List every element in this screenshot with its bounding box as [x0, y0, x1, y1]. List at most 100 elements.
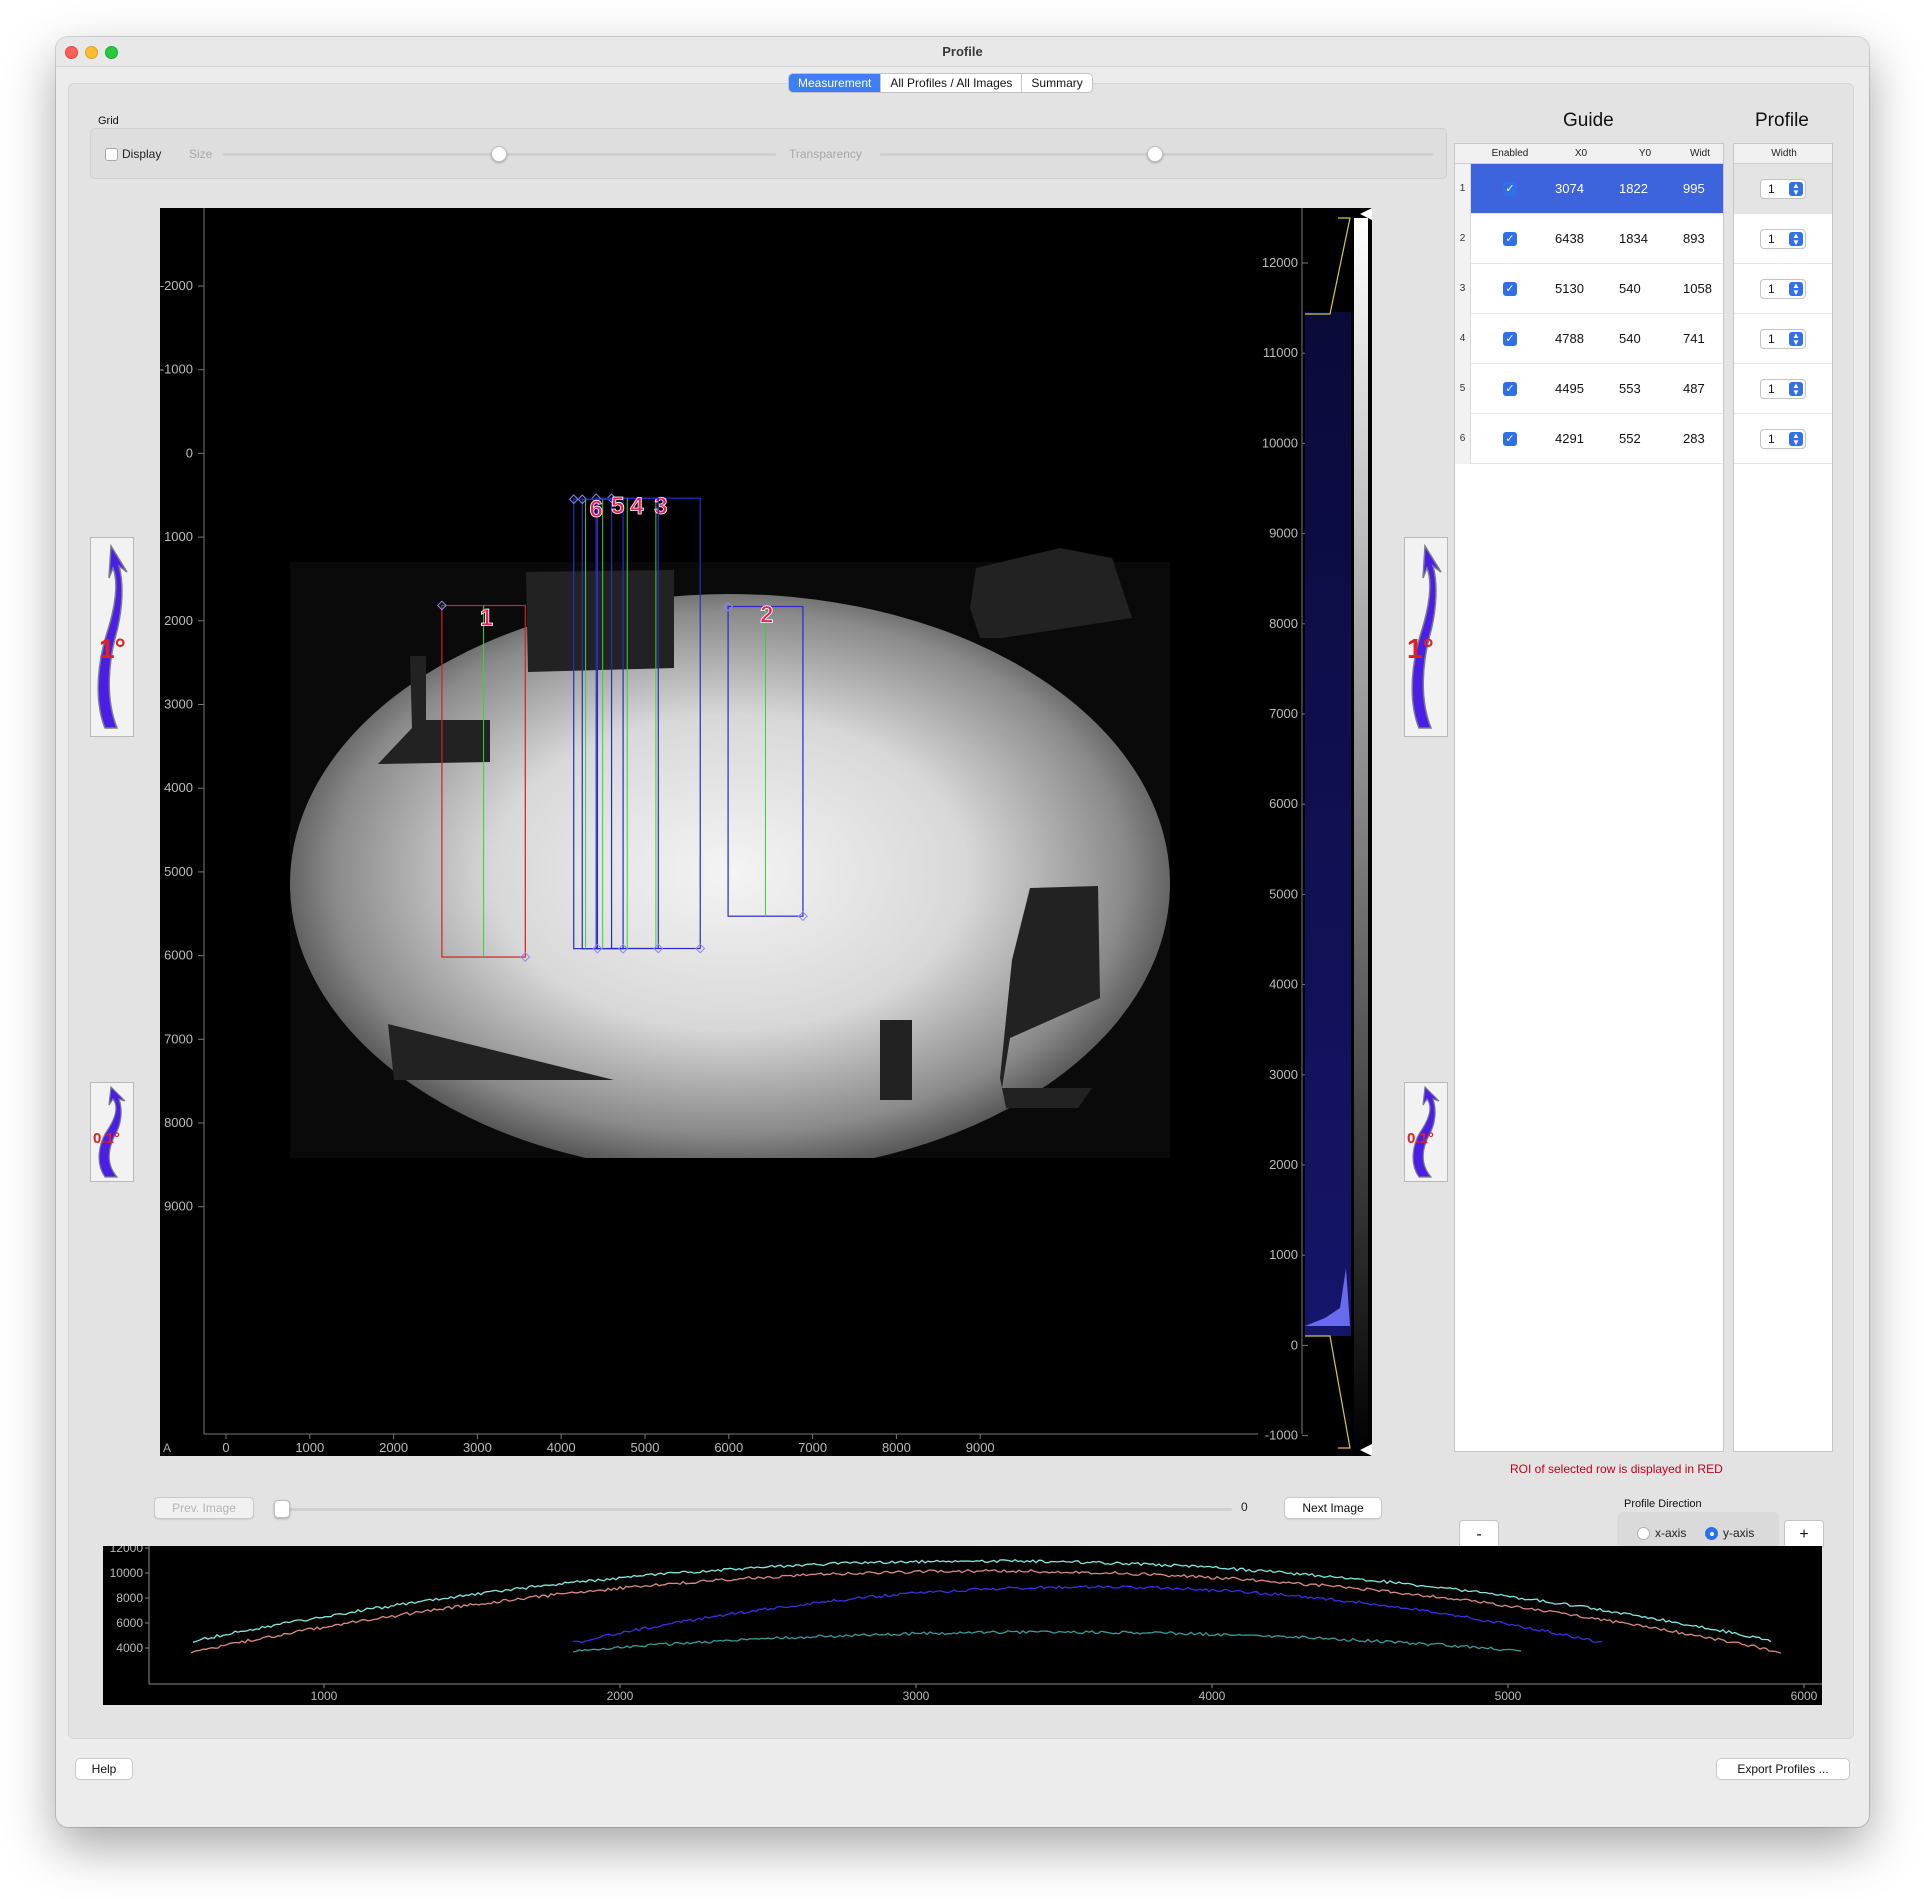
tab-measurement[interactable]: Measurement: [789, 74, 882, 92]
width-cell[interactable]: 741: [1683, 331, 1705, 346]
row-number: 1: [1455, 164, 1471, 214]
guide-table-row[interactable]: 3 ✓ 5130 540 1058: [1455, 264, 1723, 314]
plot-x-tick-label: 5000: [1495, 1689, 1522, 1703]
x0-cell[interactable]: 4495: [1555, 381, 1584, 396]
left-axis-tick-label: 3000: [164, 697, 193, 712]
enabled-checkbox[interactable]: ✓: [1503, 432, 1517, 446]
guide-table-row[interactable]: 2 ✓ 6438 1834 893: [1455, 214, 1723, 264]
width-cell[interactable]: 487: [1683, 381, 1705, 396]
profile-width-value: 1: [1768, 382, 1775, 396]
y0-cell[interactable]: 553: [1619, 381, 1641, 396]
x0-cell[interactable]: 5130: [1555, 281, 1584, 296]
guide-table-row[interactable]: 1 ✓ 3074 1822 995: [1455, 164, 1723, 214]
profile-width-stepper[interactable]: 1 ▲ ▼: [1760, 379, 1806, 399]
profile-plot[interactable]: 12000 10000 8000 6000 4000 1000 2000 3000 4000 5…: [103, 1541, 1822, 1705]
profile-window: Profile Measurement All Profiles / All I…: [56, 37, 1869, 1827]
stepper-arrows-icon[interactable]: ▲ ▼: [1789, 432, 1803, 447]
rotate-cw-1deg-button[interactable]: 1°: [1404, 537, 1448, 737]
width-cell[interactable]: 1058: [1683, 281, 1712, 296]
plot-x-tick-label: 6000: [1791, 1689, 1818, 1703]
profile-width-stepper[interactable]: 1 ▲ ▼: [1760, 279, 1806, 299]
stepper-arrows-icon[interactable]: ▲ ▼: [1789, 332, 1803, 347]
bottom-axis-tick-label: 9000: [966, 1440, 995, 1455]
remove-roi-button[interactable]: -: [1459, 1520, 1499, 1549]
profile-title: Profile: [1755, 110, 1809, 131]
help-button[interactable]: Help: [75, 1758, 133, 1780]
x0-cell[interactable]: 6438: [1555, 231, 1584, 246]
stepper-arrows-icon[interactable]: ▲ ▼: [1789, 282, 1803, 297]
export-profiles-button[interactable]: Export Profiles ...: [1716, 1758, 1850, 1780]
guide-table-row[interactable]: 6 ✓ 4291 552 283: [1455, 414, 1723, 464]
histogram-tick-label: 7000: [1269, 706, 1298, 721]
profile-width-stepper[interactable]: 1 ▲ ▼: [1760, 429, 1806, 449]
plot-y-tick-label: 10000: [110, 1566, 144, 1580]
grid-display-label: Display: [122, 147, 162, 161]
enabled-checkbox[interactable]: ✓: [1503, 232, 1517, 246]
tab-summary[interactable]: Summary: [1022, 74, 1091, 92]
image-bottom-band: [280, 1158, 1200, 1198]
profile-table-row[interactable]: 1 ▲ ▼: [1734, 164, 1832, 214]
width-cell[interactable]: 893: [1683, 231, 1705, 246]
profile-table-row[interactable]: 1 ▲ ▼: [1734, 414, 1832, 464]
histogram-tick-label: 1000: [1269, 1247, 1298, 1262]
profile-width-stepper[interactable]: 1 ▲ ▼: [1760, 329, 1806, 349]
rotate-cw-01deg-button[interactable]: 0.1°: [1404, 1082, 1448, 1182]
bottom-axis-tick-label: 3000: [463, 1440, 492, 1455]
plot-x-tick-label: 3000: [903, 1689, 930, 1703]
y0-cell[interactable]: 1834: [1619, 231, 1648, 246]
bottom-axis-tick-label: 1000: [295, 1440, 324, 1455]
profile-table-row[interactable]: 1 ▲ ▼: [1734, 364, 1832, 414]
histogram-upper-limit: [1305, 217, 1351, 315]
rotate-arrow-icon: 0.1°: [93, 1085, 126, 1178]
profile-table-row[interactable]: 1 ▲ ▼: [1734, 264, 1832, 314]
guide-table-row[interactable]: 4 ✓ 4788 540 741: [1455, 314, 1723, 364]
profile-table[interactable]: Width 1 ▲ ▼ 1 ▲ ▼ 1 ▲ ▼ 1 ▲ ▼ 1 ▲ ▼ 1 ▲ ▼: [1733, 143, 1833, 1452]
stepper-arrows-icon[interactable]: ▲ ▼: [1789, 232, 1803, 247]
add-roi-button[interactable]: +: [1784, 1520, 1824, 1549]
profile-width-stepper[interactable]: 1 ▲ ▼: [1760, 179, 1806, 199]
profile-table-row[interactable]: 1 ▲ ▼: [1734, 314, 1832, 364]
rotate-arrow-icon: 1°: [1407, 543, 1442, 729]
image-index-slider-knob[interactable]: [274, 1500, 290, 1518]
col-profile-width: Width: [1771, 148, 1797, 159]
prev-image-button[interactable]: Prev. Image: [154, 1497, 254, 1519]
tab-all-profiles[interactable]: All Profiles / All Images: [881, 74, 1023, 92]
y0-cell[interactable]: 540: [1619, 281, 1641, 296]
grid-display-checkbox[interactable]: [105, 148, 118, 161]
image-canvas: -2000 -1000 0 1000 2000 3000 4000 5000 6000 7000 8…: [160, 208, 1372, 1456]
enabled-checkbox[interactable]: ✓: [1503, 332, 1517, 346]
y0-cell[interactable]: 552: [1619, 431, 1641, 446]
grid-group-label: Grid: [98, 115, 119, 127]
stepper-arrows-icon[interactable]: ▲ ▼: [1789, 382, 1803, 397]
rotate-ccw-1deg-button[interactable]: 1°: [90, 537, 134, 737]
x0-cell[interactable]: 3074: [1555, 181, 1584, 196]
x0-cell[interactable]: 4291: [1555, 431, 1584, 446]
guide-table-row[interactable]: 5 ✓ 4495 553 487: [1455, 364, 1723, 414]
x0-cell[interactable]: 4788: [1555, 331, 1584, 346]
rotate-label: 0.1°: [93, 1130, 120, 1147]
rotate-ccw-01deg-button[interactable]: 0.1°: [90, 1082, 134, 1182]
left-axis-tick-label: 1000: [164, 529, 193, 544]
guide-table[interactable]: Enabled X0 Y0 Widt 1 ✓ 3074 1822 995 2 ✓ 6438 18…: [1454, 143, 1724, 1452]
x-axis-radio[interactable]: [1637, 1527, 1650, 1540]
stepper-arrows-icon[interactable]: ▲ ▼: [1789, 182, 1803, 197]
grid-size-slider-knob[interactable]: [491, 146, 507, 162]
enabled-checkbox[interactable]: ✓: [1503, 282, 1517, 296]
next-image-button[interactable]: Next Image: [1284, 1497, 1382, 1519]
y0-cell[interactable]: 540: [1619, 331, 1641, 346]
width-cell[interactable]: 283: [1683, 431, 1705, 446]
width-cell[interactable]: 995: [1683, 181, 1705, 196]
y-axis-radio[interactable]: [1705, 1527, 1718, 1540]
profile-width-stepper[interactable]: 1 ▲ ▼: [1760, 229, 1806, 249]
rotate-label: 0.1°: [1407, 1130, 1434, 1147]
grid-transparency-slider-knob[interactable]: [1147, 146, 1163, 162]
x-axis-label: x-axis: [1655, 1526, 1687, 1540]
y0-cell[interactable]: 1822: [1619, 181, 1648, 196]
window-title: Profile: [942, 44, 983, 59]
profile-table-row[interactable]: 1 ▲ ▼: [1734, 214, 1832, 264]
enabled-checkbox[interactable]: ✓: [1503, 382, 1517, 396]
enabled-checkbox[interactable]: ✓: [1503, 182, 1517, 196]
image-index-slider[interactable]: [282, 1508, 1232, 1511]
image-view[interactable]: -2000 -1000 0 1000 2000 3000 4000 5000 6000 7000 8…: [160, 208, 1372, 1456]
plot-y-ticks: 12000 10000 8000 6000 4000: [110, 1541, 149, 1655]
